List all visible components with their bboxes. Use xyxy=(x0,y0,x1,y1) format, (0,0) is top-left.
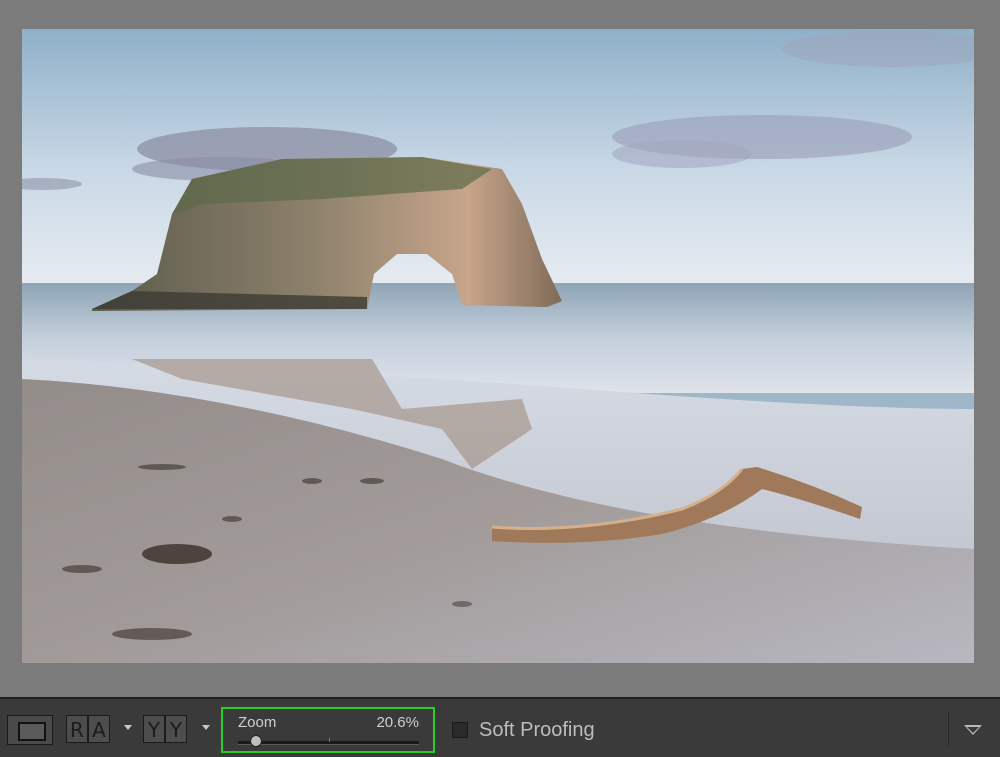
before-after-top-letter: Y xyxy=(143,715,165,743)
before-after-mode-dropdown-icon[interactable] xyxy=(124,725,132,730)
loupe-view-button[interactable] xyxy=(7,715,53,745)
bottom-toolbar: R A Y Y Zoom 20.6% Soft Proofing xyxy=(0,697,1000,757)
zoom-slider-thumb[interactable] xyxy=(250,735,263,747)
photo-preview[interactable] xyxy=(22,29,974,663)
soft-proofing-checkbox[interactable] xyxy=(452,722,468,738)
zoom-slider-tick xyxy=(329,738,330,742)
before-after-left-right-button[interactable]: R A xyxy=(66,715,110,745)
zoom-value: 20.6% xyxy=(376,714,419,731)
zoom-slider-track[interactable] xyxy=(238,735,419,747)
before-after-right-letter: A xyxy=(88,715,110,743)
before-after-top-bottom-button[interactable]: Y Y xyxy=(143,715,187,745)
zoom-label: Zoom xyxy=(238,714,277,731)
zoom-control: Zoom 20.6% xyxy=(221,707,435,753)
before-after-left-letter: R xyxy=(66,715,88,743)
image-canvas xyxy=(0,0,1000,697)
rectangle-icon xyxy=(18,722,46,741)
before-after-bottom-letter: Y xyxy=(165,715,187,743)
soft-proofing-label[interactable]: Soft Proofing xyxy=(479,719,595,742)
seascape-photo xyxy=(22,29,974,663)
toolbar-divider xyxy=(948,711,949,747)
before-after-split-dropdown-icon[interactable] xyxy=(202,725,210,730)
triangle-down-icon[interactable] xyxy=(964,725,982,735)
